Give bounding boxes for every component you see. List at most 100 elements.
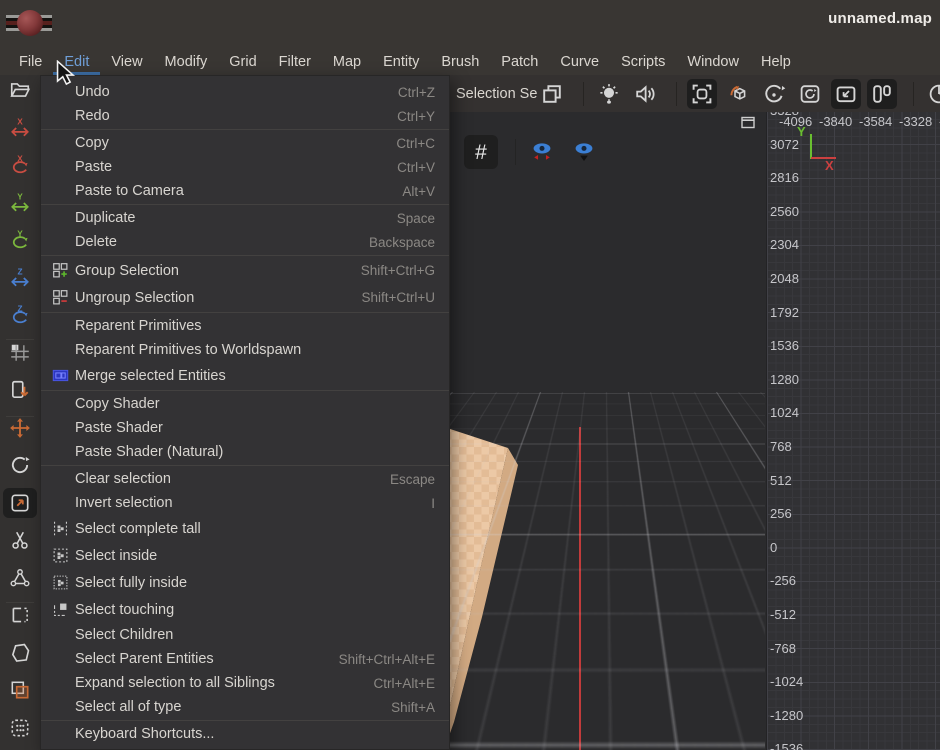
camera-tool-button-eye-down[interactable] [567,135,601,169]
menubar-item-curve[interactable]: Curve [549,48,610,75]
orthographic-grid-panel[interactable]: -4096-3840-3584-3328-3072 33283072281625… [766,112,940,750]
menu-item-reparent-primitives-to-worldspawn[interactable]: Reparent Primitives to Worldspawn [41,338,449,362]
menu-item-copy-shader[interactable]: Copy Shader [41,392,449,416]
csg-import-icon [9,379,31,401]
menu-item-paste[interactable]: Paste Ctrl+V [41,155,449,179]
ruler-label: -1024 [770,674,803,689]
tool-button-brush-overlap[interactable] [3,675,37,705]
menu-item-paste-shader-natural[interactable]: Paste Shader (Natural) [41,440,449,466]
tool-button-rotate-z[interactable] [3,300,37,330]
menubar-item-map[interactable]: Map [322,48,372,75]
menu-item-mouse-bindings[interactable]: Mouse Bindings... [41,746,449,750]
translate-icon [9,417,31,439]
select-fully-icon [49,574,71,592]
menu-item-delete[interactable]: Delete Backspace [41,230,449,256]
menubar-item-brush[interactable]: Brush [430,48,490,75]
menu-item-paste-to-camera[interactable]: Paste to Camera Alt+V [41,179,449,205]
axis-y-label: Y [797,124,806,139]
camera-tool-button-eye-horizontal[interactable] [525,135,559,169]
menu-item-select-complete-tall[interactable]: Select complete tall [41,515,449,542]
tool-button-rotate-x[interactable] [3,150,37,180]
tool-button-folder-open[interactable] [3,75,37,105]
tool-button-vertex-edit[interactable] [3,563,37,593]
flip-x-icon [9,117,31,139]
tool-button-resize[interactable] [3,488,37,518]
toolbar-button-sound-speaker[interactable] [630,79,660,109]
menu-item-reparent-primitives[interactable]: Reparent Primitives [41,314,449,338]
menu-item-copy[interactable]: Copy Ctrl+C [41,131,449,155]
menu-item-select-touching[interactable]: Select touching [41,596,449,623]
ungroup-icon [49,289,71,307]
menu-item-group-selection[interactable]: Group Selection Shift+Ctrl+G [41,257,449,284]
menu-item-keyboard-shortcuts[interactable]: Keyboard Shortcuts... [41,722,449,746]
menu-item-redo[interactable]: Redo Ctrl+Y [41,104,449,130]
tool-button-flip-x[interactable] [3,113,37,143]
tool-button-csg-import[interactable] [3,375,37,405]
camera-viewport[interactable]: # [444,112,765,750]
menubar-item-grid[interactable]: Grid [218,48,267,75]
menubar-item-patch[interactable]: Patch [490,48,549,75]
menu-item-clear-selection[interactable]: Clear selection Escape [41,467,449,491]
menu-item-merge-selected-entities[interactable]: Merge selected Entities [41,362,449,391]
menu-item-select-parent-entities[interactable]: Select Parent Entities Shift+Ctrl+Alt+E [41,647,449,671]
toolbar-button-layout-corner[interactable] [831,79,861,109]
tool-button-face-edit[interactable] [3,638,37,668]
menu-item-undo[interactable]: Undo Ctrl+Z [41,80,449,104]
tool-button-flip-z[interactable] [3,263,37,293]
menu-item-label: Keyboard Shortcuts... [75,726,214,742]
toolbar-button-light-bulb[interactable] [594,79,624,109]
tool-button-clipper[interactable] [3,525,37,555]
toolbar-separator [6,416,34,417]
menu-item-shortcut: Alt+V [402,184,435,199]
tool-button-flip-y[interactable] [3,188,37,218]
menubar-item-filter[interactable]: Filter [268,48,322,75]
tool-button-edge-edit[interactable] [3,600,37,630]
menu-item-label: Copy [75,135,109,151]
axis-x-label: X [825,158,834,173]
menu-item-select-children[interactable]: Select Children [41,623,449,647]
face-edit-icon [9,642,31,664]
menu-item-select-fully-inside[interactable]: Select fully inside [41,569,449,596]
tool-button-csg-grid[interactable] [3,338,37,368]
menubar-item-file[interactable]: File [8,48,53,75]
toolbar-button-copy-stack[interactable] [537,79,567,109]
tool-button-texture-dots[interactable] [3,713,37,743]
tool-button-translate[interactable] [3,413,37,443]
toolbar-button-rotate-canvas[interactable] [795,79,825,109]
menu-item-invert-selection[interactable]: Invert selection I [41,491,449,515]
menubar-item-view[interactable]: View [100,48,153,75]
menu-item-select-inside[interactable]: Select inside [41,542,449,569]
menubar-item-window[interactable]: Window [676,48,750,75]
menu-item-shortcut: Backspace [369,235,435,250]
menu-item-shortcut: Shift+Ctrl+U [361,290,435,305]
restore-view-button[interactable] [741,115,757,130]
layout-corner-icon [834,82,858,106]
menubar-item-entity[interactable]: Entity [372,48,430,75]
menubar: File Edit View Modify Grid Filter Map En… [0,48,940,75]
ruler-label: 1024 [770,405,799,420]
camera-tool-button-grid-toggle[interactable]: # [464,135,498,169]
flip-y-icon [9,192,31,214]
menu-item-duplicate[interactable]: Duplicate Space [41,206,449,230]
ruler-label: 768 [770,439,792,454]
camera-toolbar: # [464,135,609,169]
menu-item-paste-shader[interactable]: Paste Shader [41,416,449,440]
toolbar-button-pie-chart[interactable] [924,79,940,109]
menu-item-expand-selection-to-all-siblings[interactable]: Expand selection to all Siblings Ctrl+Al… [41,671,449,695]
menu-item-label: Select inside [75,548,157,564]
toolbar-button-focus-selection[interactable] [687,79,717,109]
menu-item-ungroup-selection[interactable]: Ungroup Selection Shift+Ctrl+U [41,284,449,313]
menubar-item-scripts[interactable]: Scripts [610,48,676,75]
menubar-item-help[interactable]: Help [750,48,802,75]
toolbar-button-orbit-view[interactable] [759,79,789,109]
menubar-item-modify[interactable]: Modify [154,48,219,75]
tool-button-rotate-free[interactable] [3,450,37,480]
brush-block[interactable] [444,417,522,750]
menu-item-label: Ungroup Selection [75,290,194,306]
tool-button-rotate-y[interactable] [3,225,37,255]
toolbar-button-cube-rotate[interactable] [723,79,753,109]
menu-item-select-all-of-type[interactable]: Select all of type Shift+A [41,695,449,721]
toolbar-button-layout-split[interactable] [867,79,897,109]
window-title: unnamed.map [828,10,932,27]
menubar-item-edit[interactable]: Edit [53,48,100,75]
